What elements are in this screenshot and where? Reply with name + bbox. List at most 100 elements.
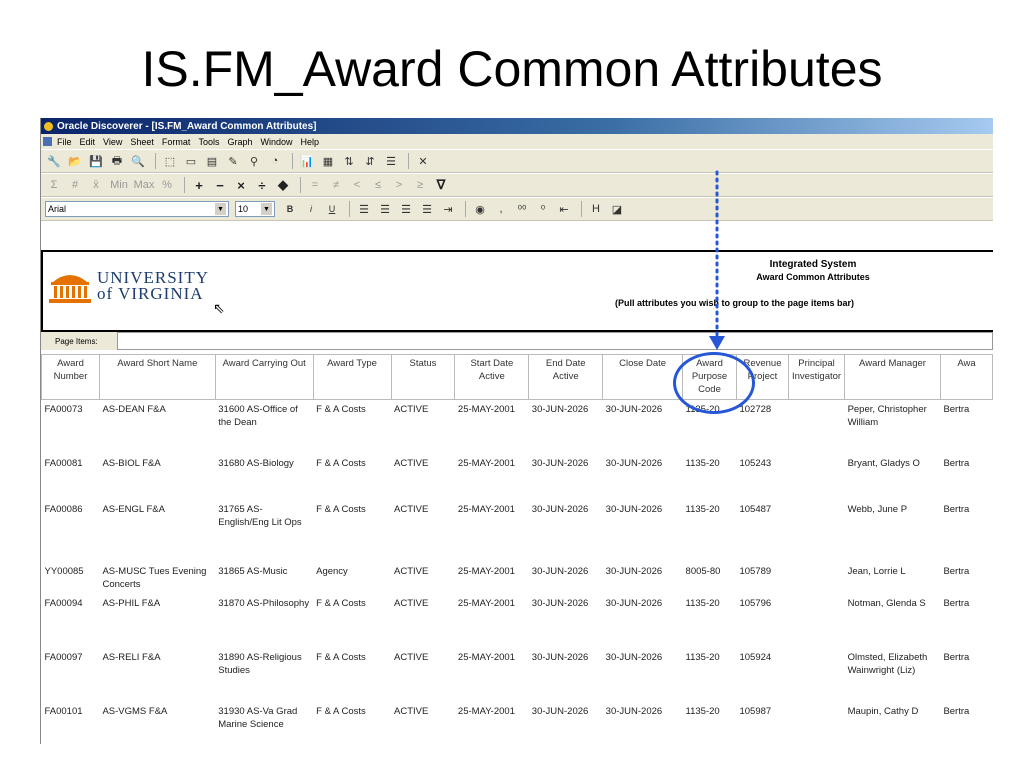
table-cell[interactable]: AS-ENGL F&A (99, 500, 215, 562)
table-cell[interactable]: 30-JUN-2026 (603, 400, 683, 454)
table-cell[interactable]: 31865 AS-Music (215, 562, 313, 594)
less-than-icon[interactable]: < (348, 177, 366, 193)
table-cell[interactable]: 31680 AS-Biology (215, 454, 313, 500)
table-icon[interactable]: ▭ (182, 153, 200, 169)
table-cell[interactable]: 30-JUN-2026 (529, 454, 603, 500)
column-header[interactable]: Awa (939, 354, 993, 400)
table-cell[interactable] (788, 400, 844, 454)
table-cell[interactable]: FA00094 (42, 594, 100, 648)
font-size-select[interactable]: 10 ▼ (235, 201, 275, 217)
table-cell[interactable]: 25-MAY-2001 (455, 454, 529, 500)
less-equal-icon[interactable]: ≤ (369, 177, 387, 193)
table-cell[interactable]: 25-MAY-2001 (455, 648, 529, 702)
column-header[interactable]: Award Number (41, 354, 100, 400)
table-cell[interactable]: F & A Costs (313, 400, 391, 454)
table-cell[interactable]: 1135-20 (683, 454, 737, 500)
sum-icon[interactable]: Σ (45, 177, 63, 193)
table-cell[interactable]: Bryant, Gladys O (845, 454, 941, 500)
pivot-icon[interactable]: ▦ (319, 153, 337, 169)
table-cell[interactable]: Olmsted, Elizabeth Wainwright (Liz) (845, 648, 941, 702)
underline-icon[interactable]: U (323, 201, 341, 217)
currency-icon[interactable]: ◉ (471, 201, 489, 217)
multiply-icon[interactable]: × (232, 177, 250, 193)
table-cell[interactable]: 25-MAY-2001 (455, 562, 529, 594)
table-row[interactable]: FA00073 AS-DEAN F&A 31600 AS-Office of the… (42, 400, 993, 454)
table-cell[interactable]: 30-JUN-2026 (529, 562, 603, 594)
table-cell[interactable]: AS-DEAN F&A (99, 400, 215, 454)
open-folder-icon[interactable]: 📂 (66, 153, 84, 169)
table-row[interactable]: FA00094 AS-PHIL F&A 31870 AS-Philosophy F &… (42, 594, 993, 648)
count-icon[interactable]: # (66, 177, 84, 193)
table-cell[interactable]: 1135-20 (683, 648, 737, 702)
table-cell[interactable]: FA00081 (42, 454, 100, 500)
column-header[interactable]: Close Date (602, 354, 684, 400)
column-header[interactable]: Principal Investigator (787, 354, 846, 400)
table-cell[interactable]: 30-JUN-2026 (603, 702, 683, 734)
table-cell[interactable]: 30-JUN-2026 (603, 454, 683, 500)
save-icon[interactable]: 💾 (87, 153, 105, 169)
menu-view[interactable]: View (103, 137, 122, 147)
comma-icon[interactable]: , (492, 201, 510, 217)
table-cell[interactable]: 1135-20 (683, 702, 737, 734)
menu-graph[interactable]: Graph (227, 137, 252, 147)
table-cell[interactable]: Webb, June P (845, 500, 941, 562)
italic-icon[interactable]: i (302, 201, 320, 217)
menu-help[interactable]: Help (300, 137, 319, 147)
decrease-decimal-icon[interactable]: ⁰ (534, 201, 552, 217)
not-equals-icon[interactable]: ≠ (327, 177, 345, 193)
table-cell[interactable]: 105487 (736, 500, 788, 562)
close-sheet-icon[interactable]: ✕ (414, 153, 432, 169)
table-cell[interactable]: 25-MAY-2001 (455, 400, 529, 454)
table-cell[interactable]: 1135-20 (683, 500, 737, 562)
min-icon[interactable]: Min (108, 177, 130, 193)
table-cell[interactable]: F & A Costs (313, 648, 391, 702)
table-cell[interactable] (788, 454, 844, 500)
table-cell[interactable]: AS-BIOL F&A (99, 454, 215, 500)
select-icon[interactable]: ⬚ (161, 153, 179, 169)
table-cell[interactable]: ACTIVE (391, 562, 455, 594)
table-cell[interactable]: AS-PHIL F&A (99, 594, 215, 648)
table-cell[interactable]: AS-VGMS F&A (99, 702, 215, 734)
print-preview-icon[interactable]: 🔍 (129, 153, 147, 169)
equals-icon[interactable]: = (306, 177, 324, 193)
column-header[interactable]: Status (390, 354, 456, 400)
table-cell[interactable]: 105243 (736, 454, 788, 500)
edit-sheet-icon[interactable]: ✎ (224, 153, 242, 169)
page-items-drop-area[interactable] (117, 332, 993, 350)
table-cell[interactable]: 31870 AS-Philosophy (215, 594, 313, 648)
menu-format[interactable]: Format (162, 137, 191, 147)
font-select[interactable]: Arial ▼ (45, 201, 229, 217)
max-icon[interactable]: Max (133, 177, 155, 193)
table-cell[interactable]: Bertra (940, 454, 992, 500)
align-center-icon[interactable]: ☰ (376, 201, 394, 217)
table-cell[interactable]: 105789 (736, 562, 788, 594)
table-cell[interactable]: F & A Costs (313, 702, 391, 734)
table-cell[interactable]: Bertra (940, 500, 992, 562)
menu-sheet[interactable]: Sheet (130, 137, 154, 147)
table-cell[interactable]: Peper, Christopher William (845, 400, 941, 454)
graph-icon[interactable]: 📊 (298, 153, 316, 169)
table-cell[interactable]: Notman, Glenda S (845, 594, 941, 648)
table-cell[interactable]: ACTIVE (391, 500, 455, 562)
sort-ascending-icon[interactable]: ⇅ (340, 153, 358, 169)
average-icon[interactable]: x̄ (87, 177, 105, 193)
menu-file[interactable]: File (57, 137, 72, 147)
formula-icon[interactable]: ◆ (274, 177, 292, 193)
increase-decimal-icon[interactable]: ⁰⁰ (513, 201, 531, 217)
column-header[interactable]: Award Carrying Out (214, 354, 314, 400)
table-cell[interactable]: Agency (313, 562, 391, 594)
table-cell[interactable]: 25-MAY-2001 (455, 702, 529, 734)
table-cell[interactable] (788, 500, 844, 562)
table-row[interactable]: YY00085 AS-MUSC Tues Evening Concerts 3186… (42, 562, 993, 594)
table-cell[interactable]: 30-JUN-2026 (529, 594, 603, 648)
bold-icon[interactable]: B (281, 201, 299, 217)
heading-format-icon[interactable]: H (587, 201, 605, 217)
column-header[interactable]: End Date Active (528, 354, 604, 400)
table-row[interactable]: FA00086 AS-ENGL F&A 31765 AS-English/Eng L… (42, 500, 993, 562)
align-right-icon[interactable]: ☰ (397, 201, 415, 217)
drill-icon[interactable]: ⚲ (245, 153, 263, 169)
table-cell[interactable]: 1135-20 (683, 594, 737, 648)
table-row[interactable]: FA00101 AS-VGMS F&A 31930 AS-Va Grad Marin… (42, 702, 993, 734)
align-left-icon[interactable]: ☰ (355, 201, 373, 217)
table-cell[interactable]: FA00097 (42, 648, 100, 702)
